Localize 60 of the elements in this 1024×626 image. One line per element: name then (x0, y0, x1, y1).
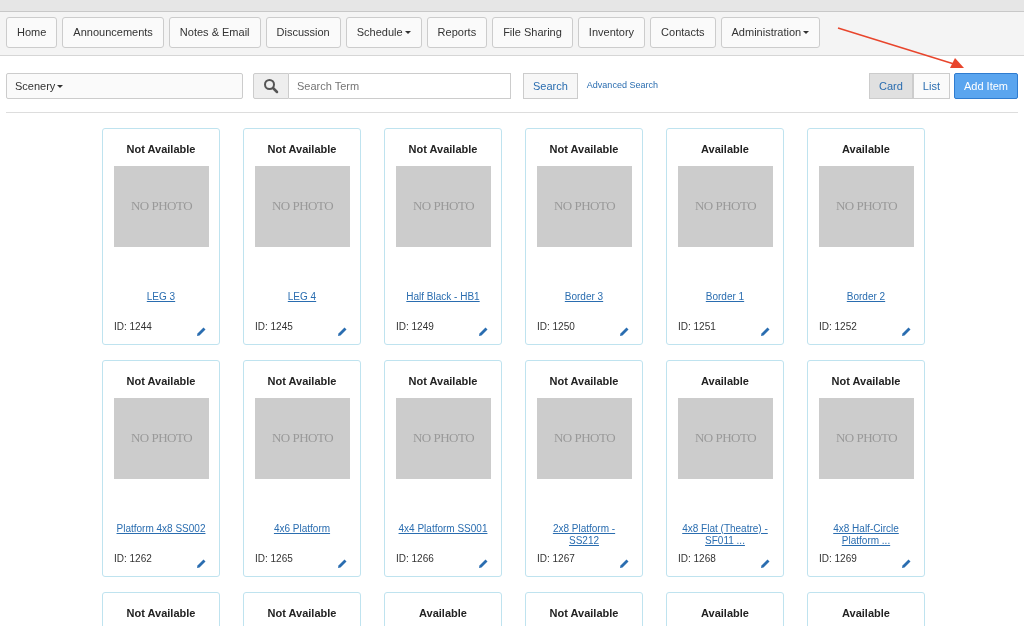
item-link[interactable]: 4x8 Half-Circle Platform ... (819, 522, 913, 551)
status-label: Not Available (548, 142, 620, 157)
item-id: ID: 1245 (255, 319, 293, 334)
nav-dropdown-button[interactable]: Schedule (345, 17, 422, 48)
item-link[interactable]: LEG 3 (114, 290, 208, 319)
nav-button[interactable]: Inventory (577, 17, 646, 48)
nav-dropdown-button[interactable]: Administration (720, 17, 821, 48)
nav-button[interactable]: Discussion (265, 17, 341, 48)
status-label: Not Available (548, 606, 620, 621)
status-label: Not Available (125, 606, 197, 621)
item-link[interactable]: Half Black - HB1 (396, 290, 490, 319)
view-toggle-button[interactable]: Card (869, 73, 913, 99)
item-link[interactable]: 4x4 Platform SS001 (396, 522, 490, 551)
status-label: Not Available (266, 142, 338, 157)
status-label: Not Available (548, 374, 620, 389)
item-id: ID: 1262 (114, 551, 152, 566)
item-id: ID: 1249 (396, 319, 434, 334)
status-label: Not Available (125, 142, 197, 157)
status-label: Available (700, 374, 750, 389)
caret-icon (57, 84, 64, 88)
item-link[interactable]: Border 1 (678, 290, 772, 319)
item-id: ID: 1268 (678, 551, 716, 566)
status-label: Not Available (407, 142, 479, 157)
item-link[interactable]: 4x8 Flat (Theatre) - SF011 ... (678, 522, 772, 551)
item-link[interactable]: Border 2 (819, 290, 913, 319)
status-label: Available (841, 142, 891, 157)
nav-button[interactable]: Contacts (650, 17, 716, 48)
item-id: ID: 1269 (819, 551, 857, 566)
item-link[interactable]: 4x6 Platform (255, 522, 349, 551)
item-link[interactable]: Platform 4x8 SS002 (114, 522, 208, 551)
nav-button[interactable]: Announcements (62, 17, 164, 48)
item-id: ID: 1266 (396, 551, 434, 566)
nav-button[interactable]: Reports (426, 17, 488, 48)
item-link[interactable]: 2x8 Platform - SS212 (537, 522, 631, 551)
item-link[interactable]: LEG 4 (255, 290, 349, 319)
status-label: Not Available (125, 374, 197, 389)
status-label: Available (700, 142, 750, 157)
item-id: ID: 1265 (255, 551, 293, 566)
status-label: Not Available (407, 374, 479, 389)
advanced-search-link[interactable]: Advanced Search (586, 79, 658, 93)
item-link[interactable]: Border 3 (537, 290, 631, 319)
status-label: Not Available (266, 606, 338, 621)
item-id: ID: 1250 (537, 319, 575, 334)
item-id: ID: 1267 (537, 551, 575, 566)
nav-button[interactable]: Home (6, 17, 58, 48)
view-toggle-button[interactable]: List (912, 73, 950, 99)
item-id: ID: 1244 (114, 319, 152, 334)
status-label: Not Available (266, 374, 338, 389)
status-label: Available (841, 606, 891, 621)
status-label: Not Available (830, 374, 902, 389)
category-dropdown[interactable]: Scenery (6, 73, 243, 99)
search-button[interactable]: Search (523, 73, 578, 99)
search-icon (253, 73, 289, 99)
nav-button[interactable]: File Sharing (492, 17, 573, 48)
nav-button[interactable]: Notes & Email (168, 17, 261, 48)
status-label: Available (418, 606, 468, 621)
search-field[interactable]: Search Term (289, 73, 511, 99)
status-label: Available (700, 606, 750, 621)
item-id: ID: 1252 (819, 319, 857, 334)
item-id: ID: 1251 (678, 319, 716, 334)
